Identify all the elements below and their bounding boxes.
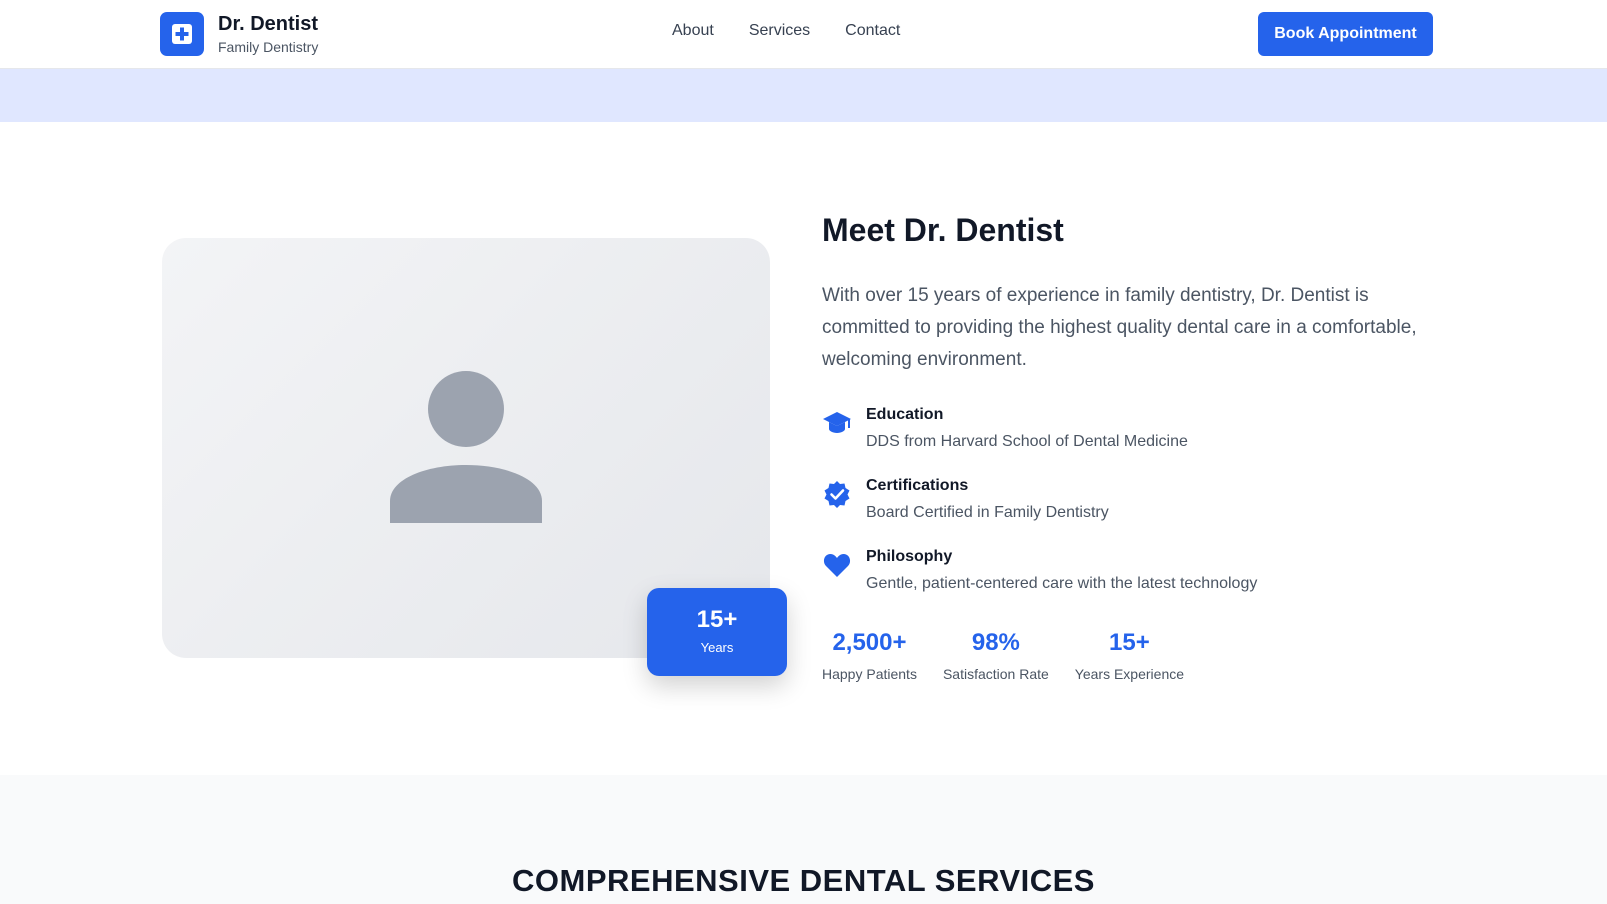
stat-happy-patients: 2,500+ Happy Patients	[822, 628, 917, 682]
person-icon	[390, 371, 542, 528]
feature-description: Gentle, patient-centered care with the l…	[866, 575, 1258, 592]
years-badge-value: 15+	[696, 606, 738, 633]
about-bio: With over 15 years of experience in fami…	[822, 285, 1417, 370]
feature-item: Certifications Board Certified in Family…	[822, 475, 1422, 524]
brand-logo[interactable]: Dr. Dentist Family Dentistry	[160, 12, 318, 56]
services-heading: COMPREHENSIVE DENTAL SERVICES	[512, 863, 1095, 898]
brand-subtitle: Family Dentistry	[218, 39, 319, 55]
graduation-cap-icon	[822, 408, 852, 438]
medical-cross-icon	[160, 12, 204, 56]
heart-icon	[822, 550, 852, 580]
nav-link-services[interactable]: Services	[749, 22, 810, 40]
stat-label: Happy Patients	[822, 666, 917, 682]
site-header: Dr. Dentist Family Dentistry About Servi…	[0, 0, 1607, 69]
stat-value: 98%	[971, 629, 1020, 656]
about-title: Meet Dr. Dentist	[822, 212, 1064, 248]
stat-satisfaction-rate: 98% Satisfaction Rate	[943, 628, 1049, 682]
stat-value: 15+	[1109, 629, 1150, 656]
nav-link-contact[interactable]: Contact	[845, 22, 900, 40]
stat-years-experience: 15+ Years Experience	[1075, 628, 1184, 682]
book-appointment-button[interactable]: Book Appointment	[1258, 12, 1433, 56]
hero-band	[0, 69, 1607, 122]
feature-item: Philosophy Gentle, patient-centered care…	[822, 546, 1422, 595]
feature-item: Education DDS from Harvard School of Den…	[822, 404, 1422, 453]
stat-label: Satisfaction Rate	[942, 666, 1049, 682]
verified-badge-icon	[822, 479, 852, 509]
stat-value: 2,500+	[832, 629, 907, 656]
services-section: COMPREHENSIVE DENTAL SERVICES	[0, 775, 1607, 904]
about-section: Meet Dr. Dentist With over 15 years of e…	[822, 210, 1422, 617]
brand-title: Dr. Dentist	[218, 13, 319, 35]
feature-description: DDS from Harvard School of Dental Medici…	[866, 433, 1188, 450]
stats-row: 2,500+ Happy Patients 98% Satisfaction R…	[822, 628, 1210, 682]
years-badge-label: Years	[700, 640, 734, 655]
years-badge: 15+ Years	[647, 588, 787, 676]
feature-title: Philosophy	[866, 548, 953, 565]
feature-list: Education DDS from Harvard School of Den…	[822, 404, 1422, 595]
nav-link-about[interactable]: About	[672, 22, 714, 40]
feature-title: Education	[866, 406, 944, 423]
stat-label: Years Experience	[1074, 666, 1185, 682]
feature-description: Board Certified in Family Dentistry	[866, 504, 1109, 521]
feature-title: Certifications	[866, 477, 969, 494]
main-nav: About Services Contact	[672, 22, 900, 40]
